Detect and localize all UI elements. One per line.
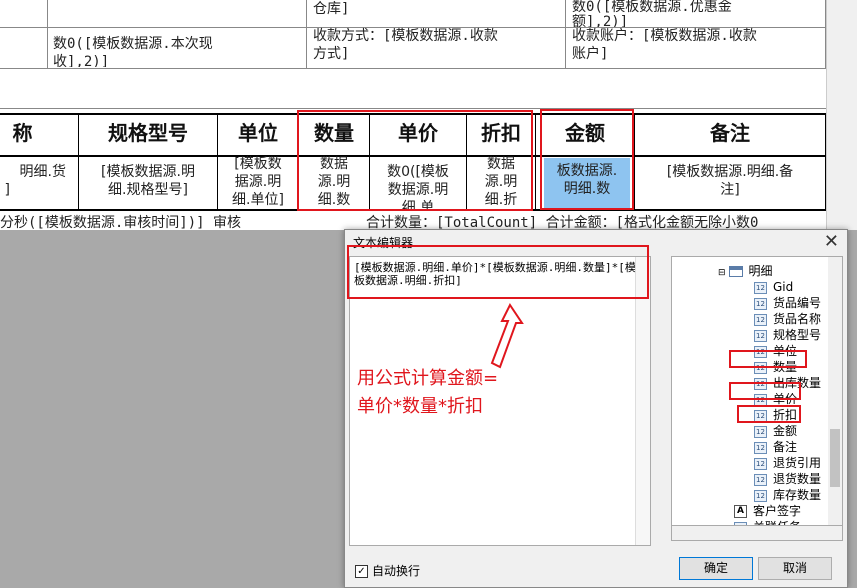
detail-cell-remark[interactable]: [模板数据源.明细.备 注] [635, 163, 825, 209]
detail-cell-spec[interactable]: [模板数据源.明 细.规格型号] [79, 163, 217, 209]
collapse-icon[interactable]: ⊟ [718, 268, 726, 278]
tree-field-item[interactable]: A 客户签字 [734, 503, 801, 519]
report-text: 收],2)] [53, 54, 110, 67]
detail-cell-name[interactable]: 明细.货 ] [0, 163, 76, 209]
payment-method-field[interactable]: 收款方式：[模板数据源.收款 [313, 27, 498, 45]
tree-field-item[interactable]: 12 货品名称 [754, 311, 821, 327]
tree-field-item[interactable]: 12 备注 [754, 439, 797, 455]
highlight-qty-price-discount [297, 110, 533, 211]
field-icon: 12 [754, 329, 767, 342]
field-icon: 12 [754, 473, 767, 486]
text-editor-dialog: 文本编辑器 ✕ [模板数据源.明细.单价]*[模板数据源.明细.数量]*[模板数… [344, 229, 848, 588]
formula-editor[interactable]: [模板数据源.明细.单价]*[模板数据源.明细.数量]*[模板数据源.明细.折扣… [349, 256, 651, 546]
payment-method-field[interactable]: 方式] [313, 45, 349, 63]
field-icon: 12 [754, 425, 767, 438]
report-vertical-scrollbar[interactable] [826, 0, 857, 230]
tree-group-detail[interactable]: ⊟ 明细 [718, 263, 773, 279]
report-text: 仓库] [313, 1, 350, 17]
editor-scrollbar[interactable] [635, 257, 650, 545]
column-header-remark[interactable]: 备注 [635, 113, 825, 153]
tree-field-item[interactable]: 12 Gid [754, 279, 793, 295]
field-icon: 12 [754, 297, 767, 310]
text-field-icon: A [734, 505, 747, 518]
payment-account-field[interactable]: 收款账户：[模板数据源.收款 [572, 27, 757, 45]
column-header-unit[interactable]: 单位 [218, 113, 298, 153]
report-designer-canvas: 仓库] 数0([模板数据源.优惠金 额],2)] 数0([模板数据源.本次现 收… [0, 0, 826, 232]
highlight-tree-price [729, 382, 801, 400]
tree-field-item[interactable]: 12 退货引用 [754, 455, 821, 471]
annotation-note: 用公式计算金额= 单价*数量*折扣 [357, 368, 499, 417]
field-icon: 12 [754, 489, 767, 502]
payment-account-field[interactable]: 账户] [572, 45, 608, 63]
tree-field-item[interactable]: 12 规格型号 [754, 327, 821, 343]
highlight-tree-quantity [729, 350, 807, 368]
column-header-spec[interactable]: 规格型号 [79, 113, 217, 153]
checkbox-checked-icon: ✓ [355, 565, 368, 578]
annotation-arrow-icon [490, 303, 524, 369]
field-icon: 12 [754, 457, 767, 470]
scrollbar-thumb[interactable] [830, 429, 840, 487]
field-icon: 12 [754, 313, 767, 326]
report-text: 数0([模板数据源.本次现 [53, 36, 213, 52]
audit-time-field[interactable]: 分秒([模板数据源.审核时间])] 审核 [0, 214, 241, 232]
tree-field-item[interactable]: 12 退货数量 [754, 471, 821, 487]
close-icon[interactable]: ✕ [824, 230, 839, 254]
tree-field-item[interactable]: 12 库存数量 [754, 487, 821, 503]
table-icon [728, 266, 743, 277]
field-icon: 12 [754, 441, 767, 454]
tree-vertical-scrollbar[interactable] [828, 257, 842, 525]
detail-cell-unit[interactable]: [模板数 据源.明 细.单位] [218, 155, 298, 209]
field-icon: 12 [754, 281, 767, 294]
tree-field-item[interactable]: 12 货品编号 [754, 295, 821, 311]
tree-horizontal-scrollbar[interactable] [671, 525, 843, 541]
column-header-name[interactable]: 称 [0, 113, 45, 153]
auto-wrap-label: 自动换行 [372, 564, 421, 578]
highlight-amount [540, 109, 634, 210]
tree-field-item[interactable]: 12 金额 [754, 423, 797, 439]
auto-wrap-checkbox[interactable]: ✓ 自动换行 [355, 562, 420, 579]
highlight-formula [347, 245, 649, 299]
highlight-tree-discount [737, 405, 801, 423]
cancel-button[interactable]: 取消 [758, 557, 832, 580]
ok-button[interactable]: 确定 [679, 557, 753, 580]
